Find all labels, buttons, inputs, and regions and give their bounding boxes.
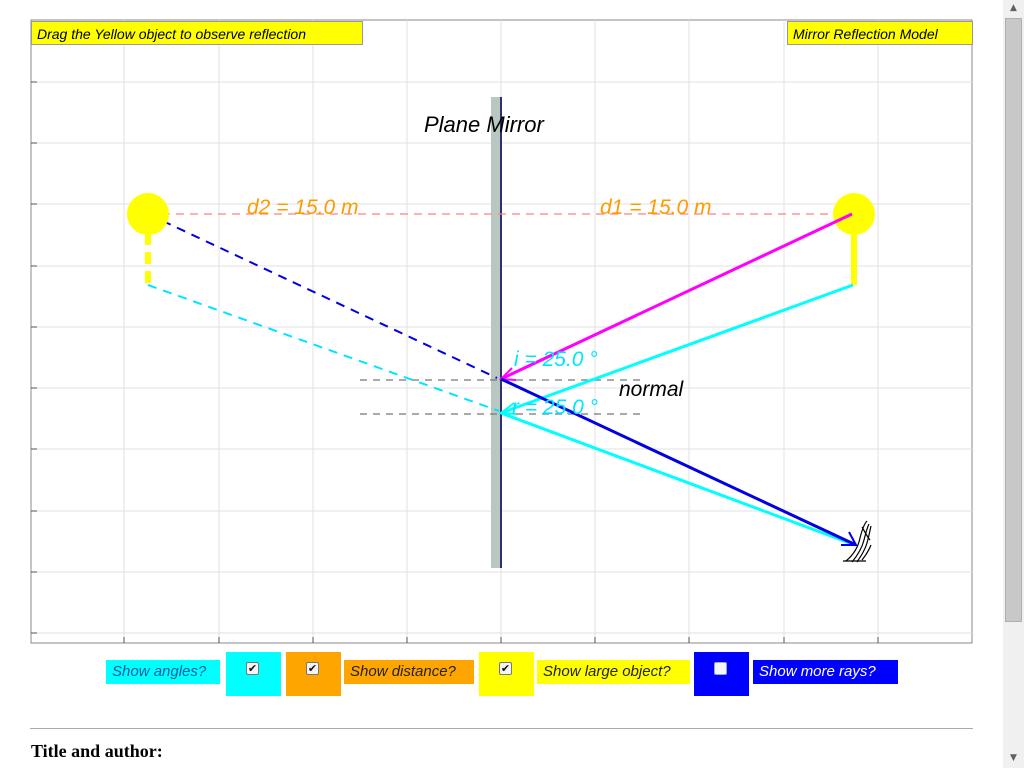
show-large-object-label: Show large object?	[537, 660, 690, 684]
mirror-label: Plane Mirror	[424, 112, 545, 137]
scroll-thumb[interactable]	[1005, 18, 1022, 622]
virtual-image-head	[127, 193, 169, 235]
distance-label-d1: d1 = 15.0 m	[600, 196, 712, 219]
section-divider	[30, 728, 973, 729]
model-title-label: Mirror Reflection Model	[787, 21, 973, 45]
normal-label: normal	[619, 378, 685, 401]
show-more-rays-checkbox[interactable]	[714, 662, 727, 675]
vertical-scrollbar[interactable]: ▲ ▼	[1003, 0, 1024, 768]
scroll-up-arrow-icon[interactable]: ▲	[1003, 0, 1024, 16]
show-more-rays-label: Show more rays?	[753, 660, 898, 684]
show-angles-checkbox-area[interactable]: ✔	[226, 652, 281, 696]
instruction-label: Drag the Yellow object to observe reflec…	[31, 21, 363, 45]
show-angles-checkbox[interactable]: ✔	[246, 662, 259, 675]
show-large-object-checkbox[interactable]: ✔	[499, 662, 512, 675]
draggable-yellow-object[interactable]	[833, 193, 875, 235]
show-large-object-checkbox-area[interactable]: ✔	[479, 652, 534, 696]
scroll-down-arrow-icon[interactable]: ▼	[1003, 750, 1024, 766]
show-distance-checkbox-area[interactable]: ✔	[286, 652, 341, 696]
show-distance-label: Show distance?	[344, 660, 474, 684]
show-distance-checkbox[interactable]: ✔	[306, 662, 319, 675]
distance-label-d2: d2 = 15.0 m	[247, 196, 359, 219]
title-author-heading: Title and author:	[31, 741, 163, 761]
show-angles-label: Show angles?	[106, 660, 220, 684]
incident-angle-label: i = 25.0 °	[514, 348, 598, 371]
show-more-rays-checkbox-area[interactable]	[694, 652, 749, 696]
reflected-angle-label: r = 25.0 °	[512, 396, 598, 419]
